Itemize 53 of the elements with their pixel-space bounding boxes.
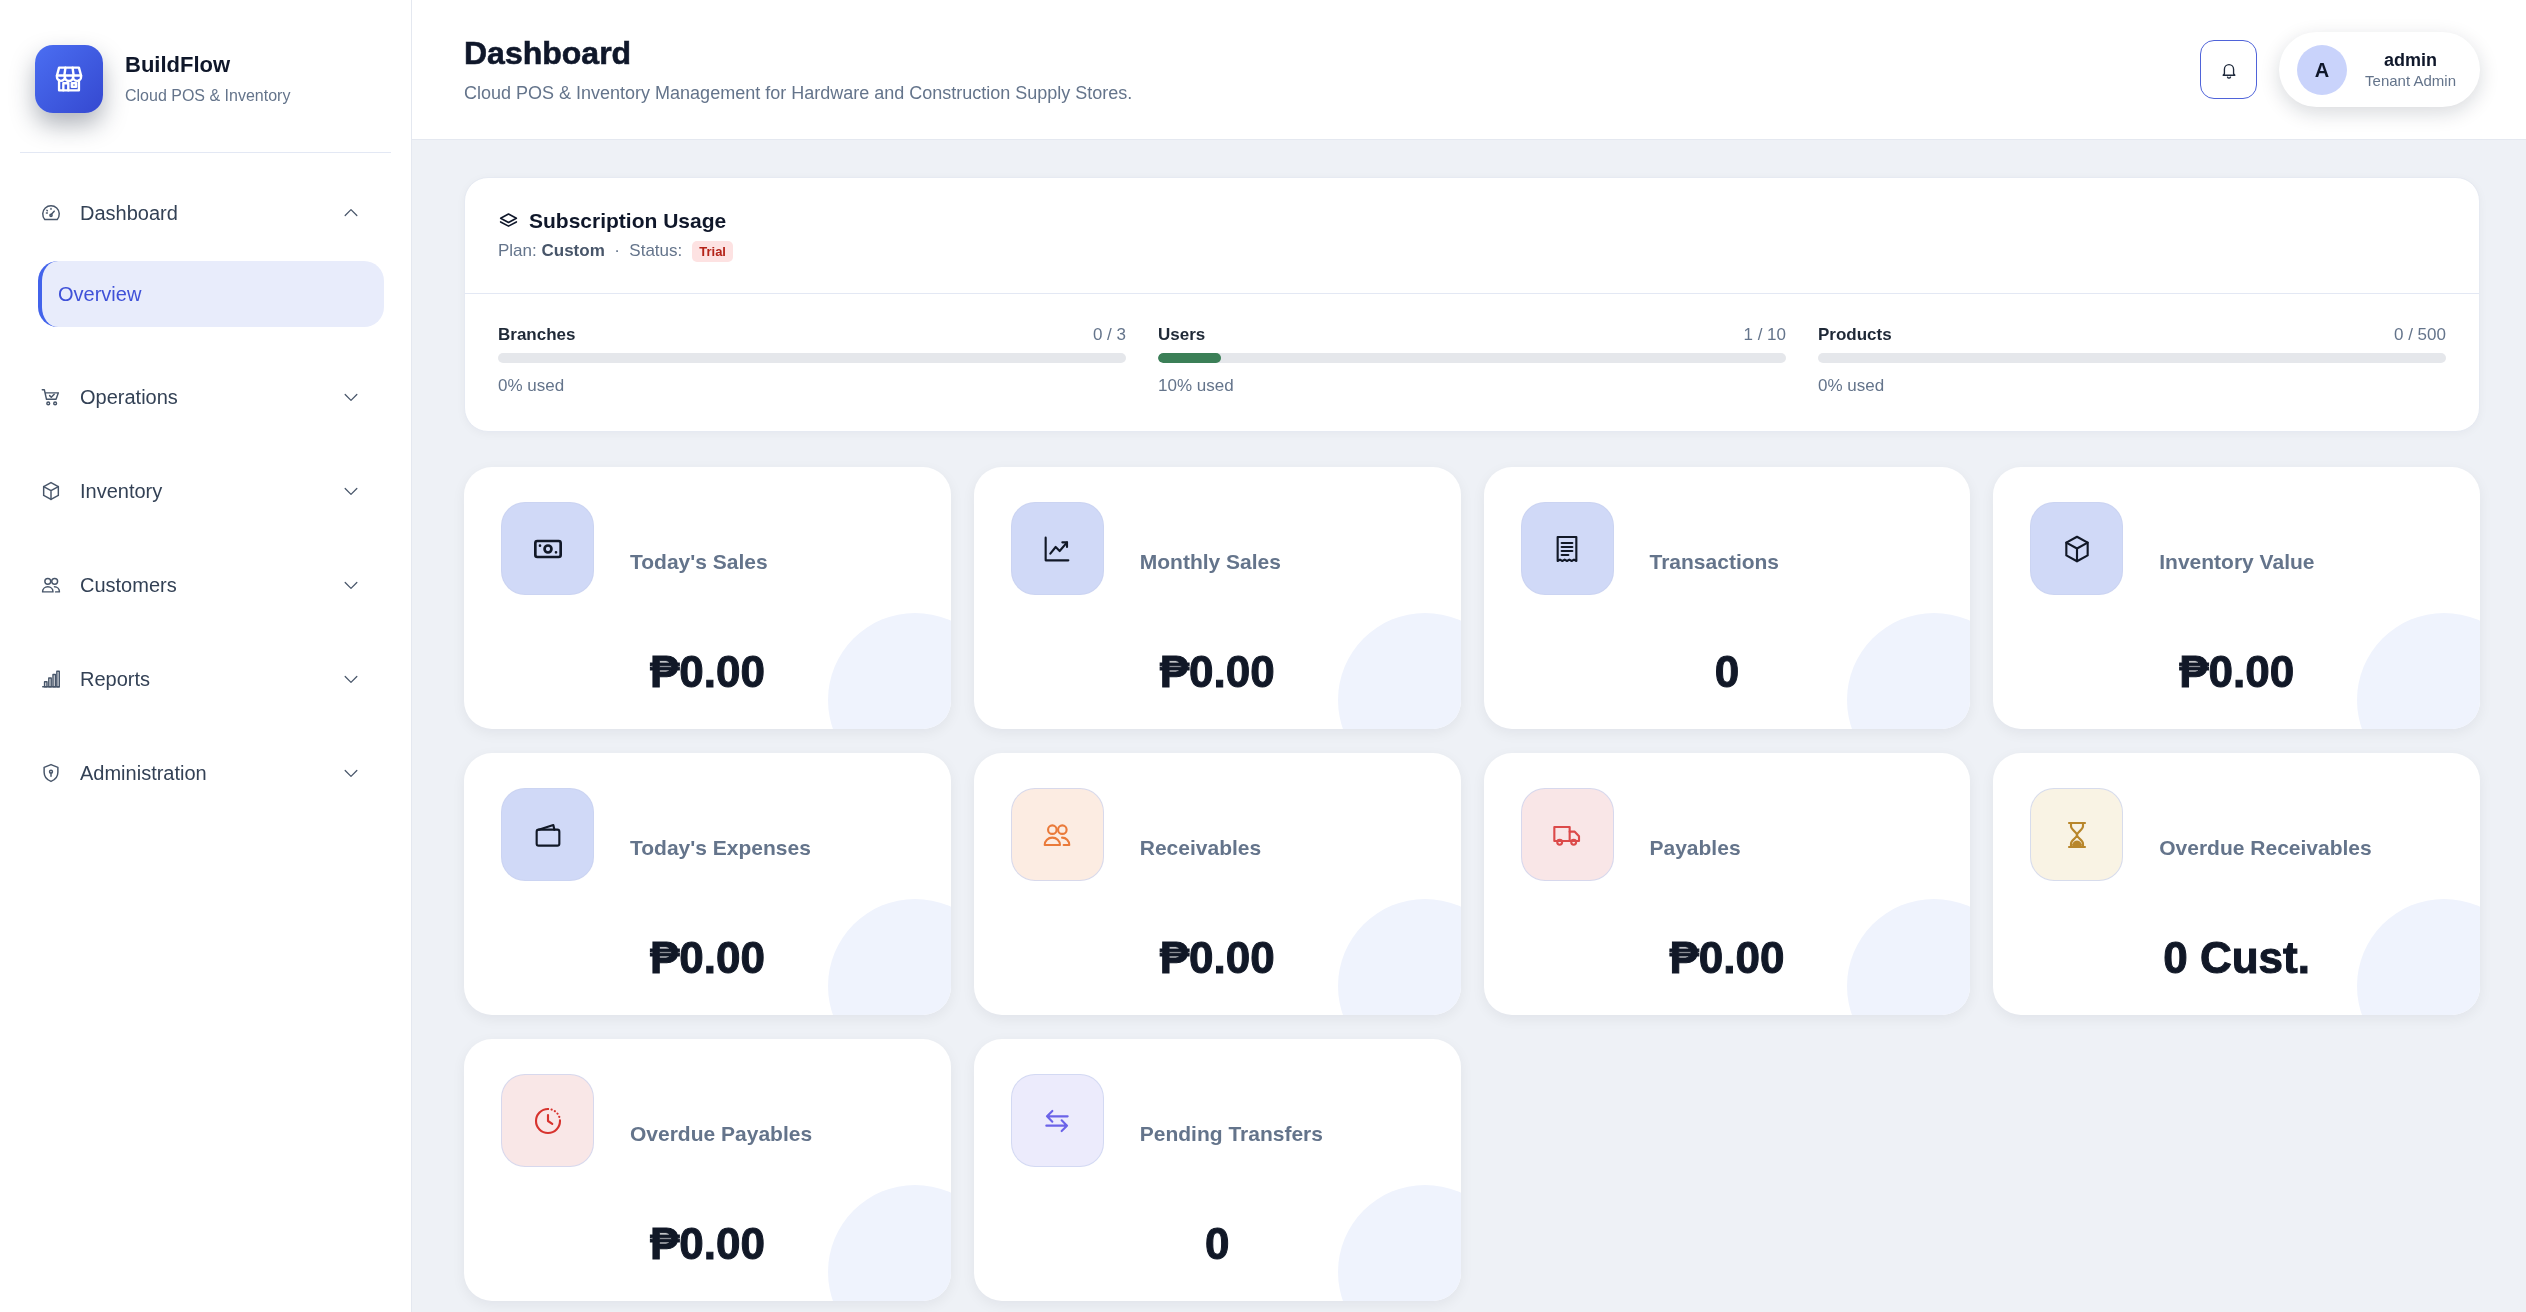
nav-item[interactable]: Dashboard xyxy=(20,184,391,242)
stat-value: ₱0.00 xyxy=(649,1218,765,1270)
stat-label: Inventory Value xyxy=(2159,549,2315,575)
stat-value: ₱0.00 xyxy=(649,932,765,984)
stat-value: ₱0.00 xyxy=(1159,646,1275,698)
stat-label: Monthly Sales xyxy=(1139,549,1281,575)
store-logo-icon xyxy=(35,45,103,113)
plan-status-text: Plan: Custom · Status: xyxy=(498,240,683,262)
stat-value: 0 xyxy=(1714,646,1740,698)
stat-label: Today's Expenses xyxy=(630,835,811,861)
nav-item[interactable]: Operations xyxy=(20,368,391,426)
bar-chart-icon xyxy=(40,668,62,690)
usage-label: Users xyxy=(1158,324,1206,346)
notifications-button[interactable] xyxy=(2200,40,2258,99)
stat-label: Overdue Payables xyxy=(630,1121,813,1147)
usage-note: 10% used xyxy=(1158,375,1234,397)
usage-label: Branches xyxy=(498,324,576,346)
stat-label: Receivables xyxy=(1139,835,1262,861)
user-name: admin xyxy=(2384,48,2438,71)
nav-item[interactable]: Administration xyxy=(20,744,391,802)
stat-value: ₱0.00 xyxy=(649,646,765,698)
cart-icon xyxy=(40,386,62,408)
card-title: Subscription Usage xyxy=(529,208,727,234)
nav-item[interactable]: Customers xyxy=(20,556,391,614)
stat-label: Overdue Receivables xyxy=(2159,835,2372,861)
user-role: Tenant Admin xyxy=(2365,70,2456,91)
nav-item[interactable]: Inventory xyxy=(20,462,391,520)
usage-label: Products xyxy=(1818,324,1892,346)
box-icon xyxy=(40,480,62,502)
page-title: Dashboard xyxy=(464,33,632,72)
page-subtitle: Cloud POS & Inventory Management for Hardware and Construction Supply Stores. xyxy=(464,81,1133,105)
user-avatar: A xyxy=(2297,44,2348,95)
nav-item[interactable]: Reports xyxy=(20,650,391,708)
brand-name: BuildFlow xyxy=(125,52,231,78)
stat-value: 0 xyxy=(1204,1218,1230,1270)
usage-count: 0 / 3 xyxy=(1092,324,1126,346)
brand-tagline: Cloud POS & Inventory xyxy=(125,86,291,106)
usage-count: 1 / 10 xyxy=(1743,324,1786,346)
stat-label: Pending Transfers xyxy=(1139,1121,1323,1147)
user-profile-chip[interactable]: A admin Tenant Admin xyxy=(2279,32,2480,107)
stat-value: ₱0.00 xyxy=(2179,646,2295,698)
status-badge: Trial xyxy=(692,240,733,262)
stat-label: Payables xyxy=(1649,835,1741,861)
usage-note: 0% used xyxy=(1818,375,1885,397)
stat-value: ₱0.00 xyxy=(1159,932,1275,984)
usage-note: 0% used xyxy=(498,375,565,397)
stat-value: ₱0.00 xyxy=(1669,932,1785,984)
shield-icon xyxy=(40,762,62,784)
sub-nav-item[interactable]: Overview xyxy=(38,261,384,327)
stat-label: Transactions xyxy=(1649,549,1780,575)
stat-label: Today's Sales xyxy=(630,549,768,575)
usage-count: 0 / 500 xyxy=(2394,324,2446,346)
stat-value: 0 Cust. xyxy=(2163,932,2310,984)
